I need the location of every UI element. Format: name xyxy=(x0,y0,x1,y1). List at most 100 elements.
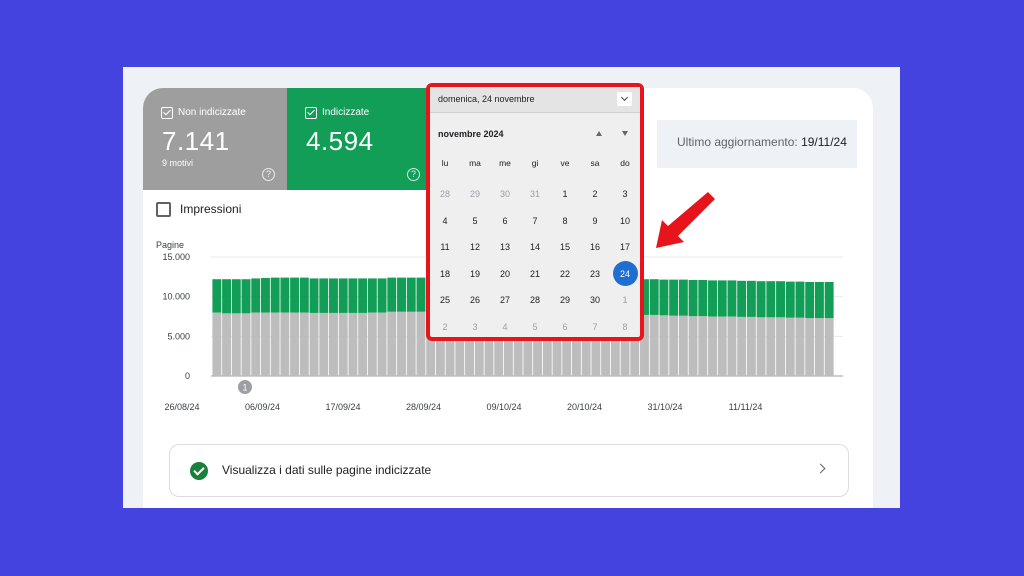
bar-indexed xyxy=(669,279,679,316)
next-month-icon[interactable] xyxy=(622,131,628,136)
calendar-day[interactable]: 4 xyxy=(490,317,520,344)
calendar-day[interactable]: 28 xyxy=(430,184,460,211)
calendar-day[interactable]: 12 xyxy=(460,237,490,264)
bar-indexed xyxy=(367,278,377,313)
bar-not-indexed xyxy=(397,311,406,376)
calendar-day[interactable]: 10 xyxy=(610,211,640,238)
calendar-day[interactable]: 1 xyxy=(610,290,640,317)
calendar-day[interactable]: 9 xyxy=(580,211,610,238)
calendar-day[interactable]: 5 xyxy=(520,317,550,344)
bar-indexed xyxy=(416,277,426,312)
bar-not-indexed xyxy=(795,317,805,376)
help-icon[interactable]: ? xyxy=(262,168,275,181)
help-icon[interactable]: ? xyxy=(407,168,420,181)
calendar-day-selected[interactable]: 24 xyxy=(610,260,640,291)
month-label: novembre 2024 xyxy=(438,129,504,139)
calendar-day[interactable]: 22 xyxy=(550,264,580,291)
calendar-week: 28 29 30 31 1 2 3 xyxy=(430,184,640,211)
tile-value: 4.594 xyxy=(306,126,374,156)
calendar-day[interactable]: 8 xyxy=(550,211,580,238)
bar-indexed xyxy=(222,279,232,314)
calendar-day[interactable]: 7 xyxy=(520,211,550,238)
calendar-day[interactable]: 23 xyxy=(580,264,610,291)
calendar-grid: 28 29 30 31 1 2 3 4 5 6 7 8 9 10 11 12 13 14 15 16 17 18 19 20 2… xyxy=(430,184,640,343)
dropdown-arrow-icon[interactable] xyxy=(617,92,632,106)
calendar-day[interactable]: 28 xyxy=(520,290,550,317)
calendar-day[interactable]: 29 xyxy=(550,290,580,317)
previous-month-icon[interactable] xyxy=(596,131,602,136)
bar-indexed xyxy=(251,278,261,313)
calendar-day[interactable]: 21 xyxy=(520,264,550,291)
bar-not-indexed xyxy=(824,318,834,376)
bar-not-indexed xyxy=(280,312,290,376)
bar-not-indexed xyxy=(348,312,358,376)
calendar-day[interactable]: 15 xyxy=(550,237,580,264)
calendar-day[interactable]: 30 xyxy=(580,290,610,317)
bar-indexed xyxy=(756,281,766,318)
bar-not-indexed xyxy=(270,312,280,376)
x-tick-label: 17/09/24 xyxy=(325,402,360,412)
tile-value: 7.141 xyxy=(162,126,230,156)
bar-indexed xyxy=(397,277,406,312)
tile-label: Non indicizzate xyxy=(178,107,246,118)
bar-not-indexed xyxy=(251,312,261,376)
bar-indexed xyxy=(727,280,737,317)
bar-not-indexed xyxy=(329,312,338,376)
calendar-day[interactable]: 29 xyxy=(460,184,490,211)
calendar-day[interactable]: 13 xyxy=(490,237,520,264)
calendar-day[interactable]: 1 xyxy=(550,184,580,211)
view-indexed-pages-row[interactable]: Visualizza i dati sulle pagine indicizza… xyxy=(169,444,849,497)
calendar-day[interactable]: 30 xyxy=(490,184,520,211)
calendar-day[interactable]: 7 xyxy=(580,317,610,344)
bar-indexed xyxy=(746,280,756,317)
calendar-day[interactable]: 3 xyxy=(460,317,490,344)
bar-indexed xyxy=(358,278,368,313)
x-tick-label: 06/09/24 xyxy=(245,402,280,412)
calendar-day[interactable]: 26 xyxy=(460,290,490,317)
calendar-day[interactable]: 31 xyxy=(520,184,550,211)
calendar-day[interactable]: 11 xyxy=(430,237,460,264)
x-tick-label: 28/09/24 xyxy=(406,402,441,412)
calendar-day[interactable]: 3 xyxy=(610,184,640,211)
bar-indexed xyxy=(659,279,669,316)
bar-not-indexed xyxy=(260,312,270,376)
bar-indexed xyxy=(387,277,397,312)
calendar-day[interactable]: 6 xyxy=(550,317,580,344)
y-tick-label: 5.000 xyxy=(167,331,190,341)
date-picker-popup[interactable]: domenica, 24 novembre novembre 2024 lu ma… xyxy=(426,83,644,341)
bar-indexed xyxy=(649,279,659,315)
calendar-day[interactable]: 4 xyxy=(430,211,460,238)
indexed-tile[interactable]: Indicizzate 4.594 ? xyxy=(287,88,432,190)
calendar-day[interactable]: 2 xyxy=(580,184,610,211)
calendar-day[interactable]: 5 xyxy=(460,211,490,238)
bar-indexed xyxy=(737,280,747,317)
calendar-day[interactable]: 8 xyxy=(610,317,640,344)
calendar-day[interactable]: 25 xyxy=(430,290,460,317)
date-picker-header[interactable]: domenica, 24 novembre xyxy=(430,87,640,113)
weekday-label: ve xyxy=(560,158,570,168)
checkbox-icon[interactable] xyxy=(156,202,171,217)
calendar-day[interactable]: 19 xyxy=(460,264,490,291)
calendar-day[interactable]: 18 xyxy=(430,264,460,291)
calendar-day[interactable]: 17 xyxy=(610,237,640,264)
chevron-right-icon xyxy=(815,463,826,474)
y-tick-label: 10.000 xyxy=(162,292,190,302)
bar-indexed xyxy=(231,279,241,314)
tile-subtext: 9 motivi xyxy=(162,158,194,168)
y-tick-label: 15.000 xyxy=(162,252,190,262)
calendar-day[interactable]: 14 xyxy=(520,237,550,264)
bar-not-indexed xyxy=(358,312,368,376)
weekday-label: ma xyxy=(469,158,481,168)
calendar-day[interactable]: 2 xyxy=(430,317,460,344)
checkbox-icon[interactable] xyxy=(161,107,173,119)
bar-not-indexed xyxy=(746,316,756,376)
bar-not-indexed xyxy=(338,312,348,376)
bar-indexed xyxy=(338,278,348,313)
checkbox-icon[interactable] xyxy=(305,107,317,119)
bar-indexed xyxy=(270,277,280,313)
calendar-day[interactable]: 6 xyxy=(490,211,520,238)
not-indexed-tile[interactable]: Non indicizzate 7.141 9 motivi ? xyxy=(143,88,287,190)
calendar-day[interactable]: 20 xyxy=(490,264,520,291)
calendar-day[interactable]: 27 xyxy=(490,290,520,317)
calendar-day[interactable]: 16 xyxy=(580,237,610,264)
